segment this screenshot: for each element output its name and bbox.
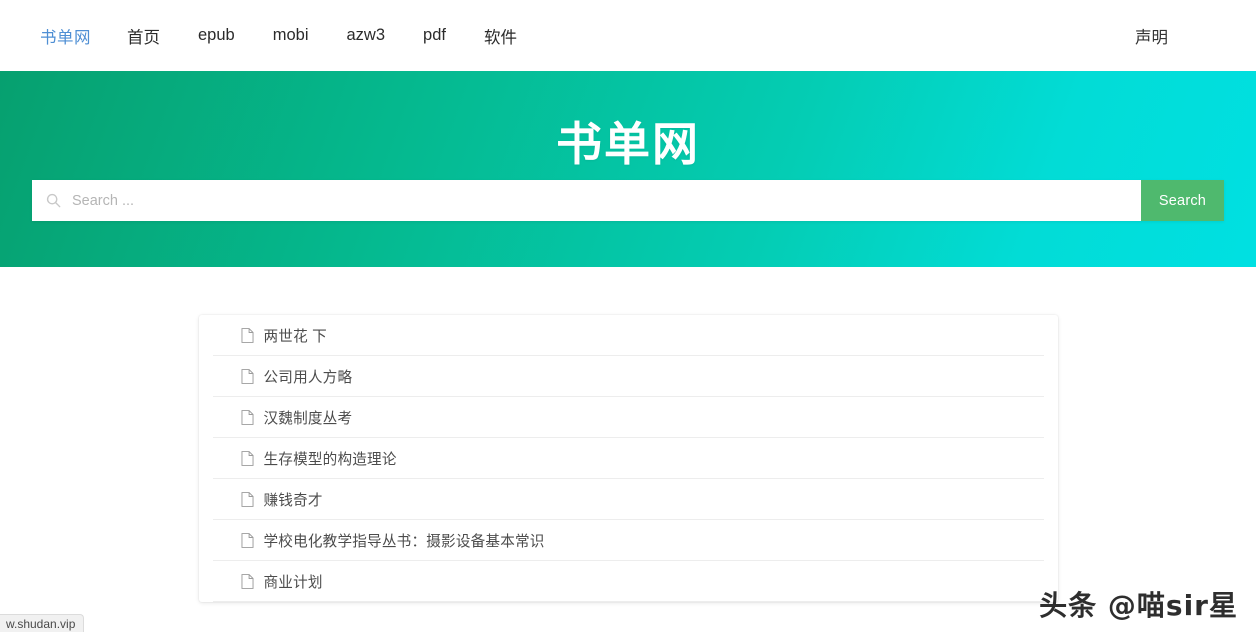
file-icon bbox=[241, 533, 254, 548]
list-item[interactable]: 商业计划 bbox=[213, 561, 1044, 602]
status-bar-link-preview: w.shudan.vip bbox=[0, 614, 84, 632]
book-title: 两世花 下 bbox=[264, 325, 327, 346]
brand-logo-link[interactable]: 书单网 bbox=[40, 24, 91, 48]
list-item[interactable]: 汉魏制度丛考 bbox=[213, 397, 1044, 438]
watermark-overlay: 头条 @喵sir星 bbox=[1039, 584, 1238, 624]
nav-links-list: 首页 epub mobi azw3 pdf 软件 bbox=[127, 24, 536, 48]
book-title: 商业计划 bbox=[264, 571, 323, 592]
file-icon bbox=[241, 410, 254, 425]
nav-link-declaration[interactable]: 声明 bbox=[1135, 24, 1222, 48]
nav-item-azw3: azw3 bbox=[327, 26, 404, 45]
file-icon bbox=[241, 328, 254, 343]
hero-title: 书单网 bbox=[0, 71, 1256, 168]
nav-link-pdf[interactable]: pdf bbox=[404, 26, 465, 44]
nav-item-pdf: pdf bbox=[404, 26, 465, 45]
search-bar: Search bbox=[32, 180, 1224, 221]
book-list-card: 两世花 下 公司用人方略 汉魏制度丛考 bbox=[199, 315, 1058, 602]
search-field-wrapper bbox=[32, 180, 1141, 221]
nav-link-epub[interactable]: epub bbox=[179, 26, 254, 44]
list-item[interactable]: 两世花 下 bbox=[213, 315, 1044, 356]
nav-item-epub: epub bbox=[179, 26, 254, 45]
nav-item-mobi: mobi bbox=[254, 26, 328, 45]
nav-item-software: 软件 bbox=[465, 24, 536, 48]
file-icon bbox=[241, 451, 254, 466]
book-title: 公司用人方略 bbox=[264, 366, 353, 387]
list-item[interactable]: 生存模型的构造理论 bbox=[213, 438, 1044, 479]
file-icon bbox=[241, 492, 254, 507]
main-content: 两世花 下 公司用人方略 汉魏制度丛考 bbox=[0, 267, 1256, 602]
nav-link-home[interactable]: 首页 bbox=[127, 29, 179, 47]
file-icon bbox=[241, 369, 254, 384]
nav-link-mobi[interactable]: mobi bbox=[254, 26, 328, 44]
book-title: 汉魏制度丛考 bbox=[264, 407, 353, 428]
top-navbar: 书单网 首页 epub mobi azw3 pdf 软件 声明 bbox=[0, 0, 1256, 71]
search-button[interactable]: Search bbox=[1141, 180, 1224, 221]
search-icon bbox=[46, 193, 61, 208]
hero-banner: 书单网 Search bbox=[0, 71, 1256, 267]
navbar-inner: 书单网 首页 epub mobi azw3 pdf 软件 声明 bbox=[0, 24, 1256, 48]
nav-link-software[interactable]: 软件 bbox=[465, 29, 536, 47]
list-item[interactable]: 学校电化教学指导丛书：摄影设备基本常识 bbox=[213, 520, 1044, 561]
list-item[interactable]: 赚钱奇才 bbox=[213, 479, 1044, 520]
nav-link-azw3[interactable]: azw3 bbox=[327, 26, 404, 44]
search-input[interactable] bbox=[72, 180, 1141, 221]
book-title: 生存模型的构造理论 bbox=[264, 448, 397, 469]
nav-item-home: 首页 bbox=[127, 24, 179, 48]
list-item[interactable]: 公司用人方略 bbox=[213, 356, 1044, 397]
book-title: 学校电化教学指导丛书：摄影设备基本常识 bbox=[264, 530, 545, 551]
book-title: 赚钱奇才 bbox=[264, 489, 323, 510]
file-icon bbox=[241, 574, 254, 589]
book-list: 两世花 下 公司用人方略 汉魏制度丛考 bbox=[213, 315, 1044, 602]
